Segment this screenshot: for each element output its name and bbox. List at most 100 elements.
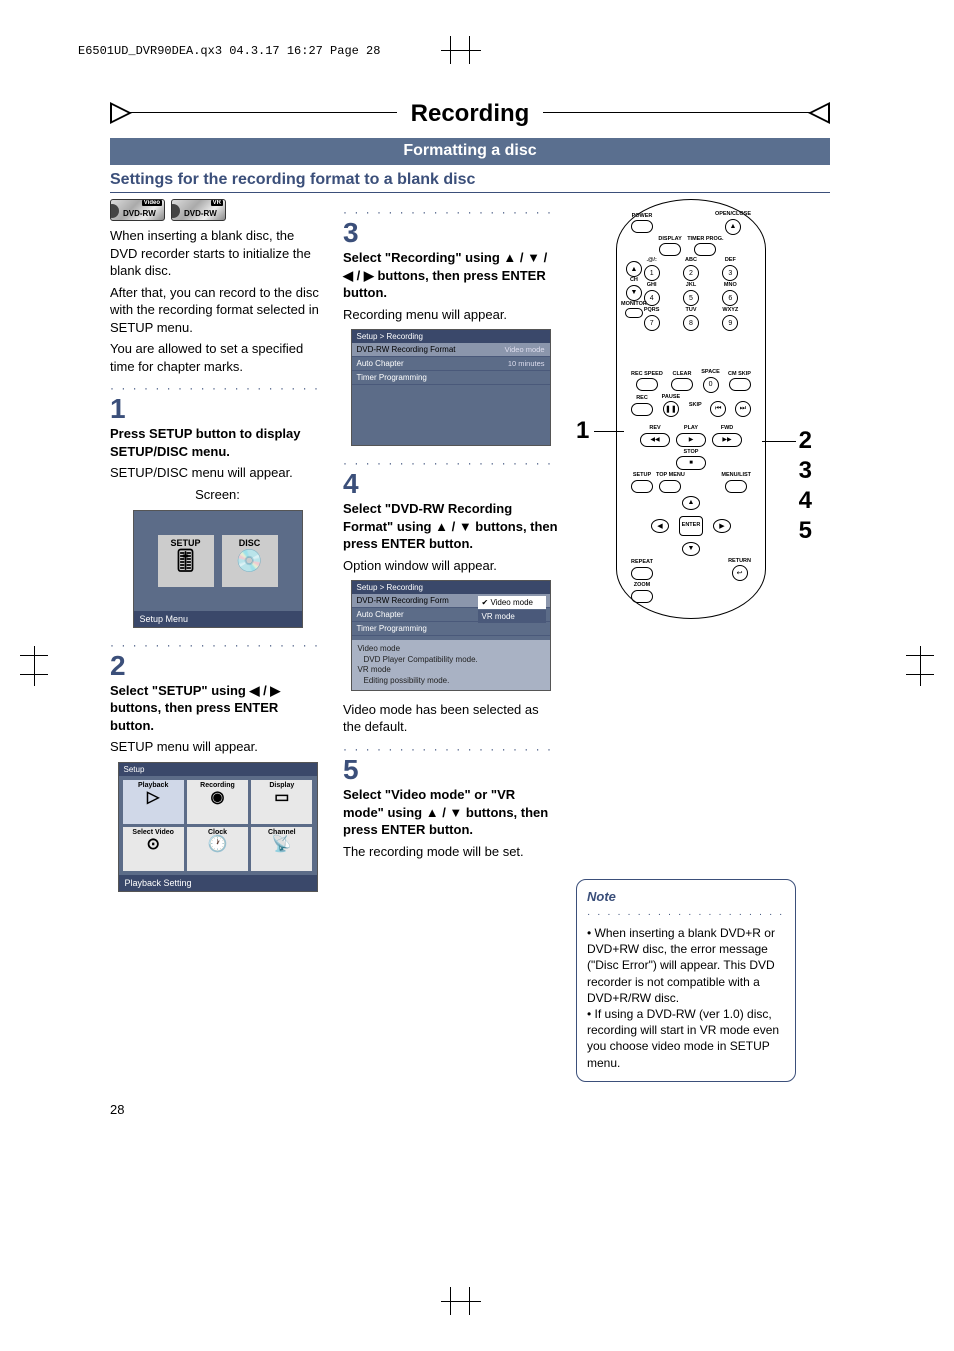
intro-text: After that, you can record to the disc w…	[110, 284, 325, 337]
callout-5: 5	[799, 517, 812, 545]
dvd-rw-video-badge: DVD-RW Video	[110, 199, 165, 221]
ch-down-button: ▼	[626, 285, 642, 301]
step-number: 3	[343, 219, 558, 247]
crop-mark-right	[906, 655, 934, 675]
zoom-button	[631, 590, 653, 603]
step-2-body: SETUP menu will appear.	[110, 738, 325, 756]
option-popup: Video mode VR mode	[478, 596, 546, 624]
note-item: When inserting a blank DVD+R or DVD+RW d…	[587, 925, 785, 1006]
step-number: 5	[343, 756, 558, 784]
screen-setup-grid: Setup Playback▷ Recording◉ Display▭ Sele…	[118, 762, 318, 892]
callout-2: 2	[799, 427, 812, 455]
option-video-mode: Video mode	[478, 596, 546, 610]
crop-mark-bottom	[450, 1287, 470, 1315]
option-description: Video mode DVD Player Compatibility mode…	[352, 640, 550, 690]
num-3-button: 3	[722, 265, 738, 281]
cm-skip-button	[729, 378, 751, 391]
crop-mark-left	[20, 655, 48, 675]
crop-mark-top	[450, 36, 470, 64]
dvd-rw-vr-badge: DVD-RW VR	[171, 199, 226, 221]
intro-text: When inserting a blank disc, the DVD rec…	[110, 227, 325, 280]
rev-button: ◀◀	[640, 433, 670, 447]
subtitle-bar: Formatting a disc	[110, 138, 830, 165]
page-number: 28	[110, 1102, 830, 1117]
timer-prog-button	[694, 243, 716, 256]
remote-control-diagram: POWER OPEN/CLOSE▲ DISPLAY TIMER PROG. .@…	[576, 199, 806, 629]
note-item: If using a DVD-RW (ver 1.0) disc, record…	[587, 1006, 785, 1071]
num-9-button: 9	[722, 315, 738, 331]
power-button	[631, 220, 653, 233]
screen-header: Setup	[119, 763, 317, 776]
tile-clock: Clock🕐	[187, 827, 248, 871]
menu-row-recording-format: DVD-RW Recording FormatVideo mode	[352, 343, 550, 357]
callout-1: 1	[576, 417, 589, 445]
step-number: 1	[110, 395, 325, 423]
enter-button: ENTER	[679, 516, 703, 536]
arrow-left-button: ◀	[651, 519, 669, 533]
skip-fwd-button: ⏭	[735, 401, 751, 417]
num-2-button: 2	[683, 265, 699, 281]
screen-caption: Playback Setting	[119, 875, 317, 891]
setup-button	[631, 480, 653, 493]
step-4-body: Option window will appear.	[343, 557, 558, 575]
step-2-head: Select "SETUP" using ◀ / ▶ buttons, then…	[110, 682, 325, 735]
step-4-tail: Video mode has been selected as the defa…	[343, 701, 558, 736]
tile-playback: Playback▷	[123, 780, 184, 824]
return-button: ↩	[732, 565, 748, 581]
num-6-button: 6	[722, 290, 738, 306]
ch-up-button: ▲	[626, 261, 642, 277]
step-5-head: Select "Video mode" or "VR mode" using ▲…	[343, 786, 558, 839]
display-icon: ▭	[274, 790, 289, 806]
rec-speed-button	[636, 378, 658, 391]
divider-dots: · · · · · · · · · · · · · · · · · · · · …	[343, 742, 558, 756]
banner-arrow-left-icon	[110, 102, 132, 124]
menu-row-timer-prog: Timer Programming	[352, 371, 550, 385]
menu-list-button	[725, 480, 747, 493]
clear-button	[671, 378, 693, 391]
tile-channel: Channel📡	[251, 827, 312, 871]
fwd-button: ▶▶	[712, 433, 742, 447]
divider-dots: · · · · · · · · · · · · · · · · · · · · …	[110, 381, 325, 395]
arrow-right-button: ▶	[713, 519, 731, 533]
tile-recording: Recording◉	[187, 780, 248, 824]
step-3-body: Recording menu will appear.	[343, 306, 558, 324]
video-icon: ⊙	[146, 837, 159, 853]
play-button: ▶	[676, 433, 706, 447]
disc-icon: 💿	[236, 550, 263, 572]
screen-caption: Setup Menu	[134, 611, 302, 627]
step-number: 2	[110, 652, 325, 680]
step-1-head: Press SETUP button to display SETUP/DISC…	[110, 425, 325, 460]
screen-label: Screen:	[110, 486, 325, 504]
play-icon: ▷	[147, 790, 159, 806]
banner-arrow-right-icon	[808, 102, 830, 124]
callout-4: 4	[799, 487, 812, 515]
divider-dots: · · · · · · · · · · · · · · · · · · · · …	[110, 638, 325, 652]
step-5-body: The recording mode will be set.	[343, 843, 558, 861]
monitor-button	[625, 308, 643, 318]
intro-text: You are allowed to set a specified time …	[110, 340, 325, 375]
num-8-button: 8	[683, 315, 699, 331]
repeat-button	[631, 567, 653, 580]
section-heading: Settings for the recording format to a b…	[110, 171, 830, 193]
arrow-down-button: ▼	[682, 542, 700, 556]
pause-button: ❚❚	[663, 401, 679, 417]
display-button	[659, 243, 681, 256]
arrow-up-button: ▲	[682, 496, 700, 510]
step-4-head: Select "DVD-RW Recording Format" using ▲…	[343, 500, 558, 553]
screen-recording-menu: Setup > Recording DVD-RW Recording Forma…	[351, 329, 551, 446]
disc-tile: DISC 💿	[222, 535, 278, 587]
antenna-icon: 📡	[272, 837, 292, 853]
screen-header: Setup > Recording	[352, 581, 550, 594]
setup-tile: SETUP 🎚	[158, 535, 214, 587]
page-title: Recording	[397, 100, 544, 128]
step-1-body: SETUP/DISC menu will appear.	[110, 464, 325, 482]
callout-line	[594, 431, 624, 432]
clock-icon: 🕐	[208, 837, 228, 853]
tile-display: Display▭	[251, 780, 312, 824]
tile-select-video: Select Video⊙	[123, 827, 184, 871]
screen-header: Setup > Recording	[352, 330, 550, 343]
page-title-banner: Recording	[110, 100, 830, 130]
step-3-head: Select "Recording" using ▲ / ▼ / ◀ / ▶ b…	[343, 249, 558, 302]
option-vr-mode: VR mode	[478, 610, 546, 624]
rec-button	[631, 403, 653, 416]
